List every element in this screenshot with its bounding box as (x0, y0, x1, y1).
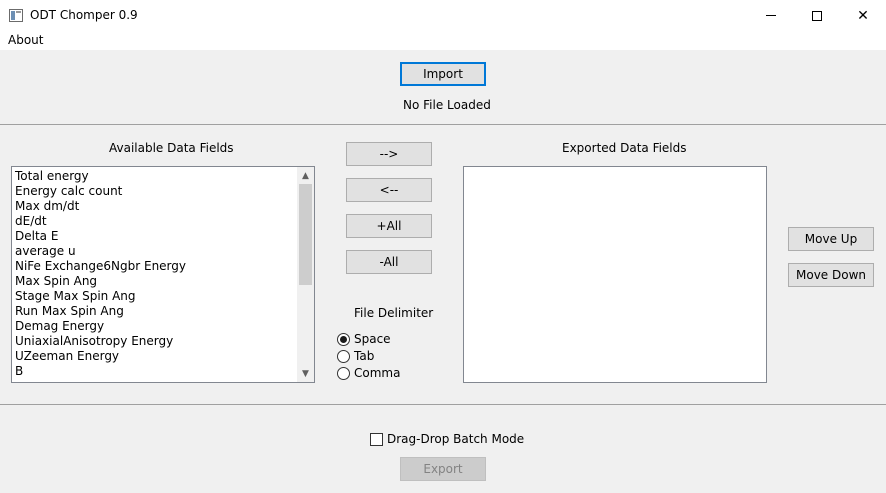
maximize-icon (812, 10, 822, 21)
list-item[interactable]: NiFe Exchange6Ngbr Energy (12, 259, 314, 274)
add-all-button[interactable]: +All (346, 214, 432, 238)
list-item[interactable]: Max dm/dt (12, 199, 314, 214)
close-button[interactable]: ✕ (840, 0, 886, 31)
radio-tab-label: Tab (354, 349, 375, 363)
scroll-down-icon[interactable]: ▼ (297, 365, 314, 382)
menu-about[interactable]: About (8, 33, 43, 47)
remove-field-button[interactable]: <-- (346, 178, 432, 202)
list-item[interactable]: UniaxialAnisotropy Energy (12, 334, 314, 349)
radio-comma-circle (337, 366, 350, 380)
scroll-thumb[interactable] (299, 184, 312, 285)
app-icon (9, 9, 23, 22)
title-bar: ODT Chomper 0.9 ✕ (0, 0, 886, 31)
radio-space[interactable]: Space (337, 332, 391, 346)
list-item[interactable]: Max Spin Ang (12, 274, 314, 289)
batch-mode-checkbox[interactable]: Drag-Drop Batch Mode (370, 432, 524, 446)
import-button[interactable]: Import (400, 62, 486, 86)
list-item[interactable]: average u (12, 244, 314, 259)
move-up-button[interactable]: Move Up (788, 227, 874, 251)
batch-mode-box (370, 432, 383, 446)
available-fields-list[interactable]: Total energy Energy calc count Max dm/dt dE… (11, 166, 315, 383)
list-item[interactable]: B (12, 364, 314, 379)
list-item[interactable]: Run Max Spin Ang (12, 304, 314, 319)
list-item[interactable]: Energy calc count (12, 184, 314, 199)
list-item[interactable]: Delta E (12, 229, 314, 244)
list-item[interactable]: Demag Energy (12, 319, 314, 334)
minimize-button[interactable] (748, 0, 794, 31)
remove-all-button[interactable]: -All (346, 250, 432, 274)
radio-comma[interactable]: Comma (337, 366, 400, 380)
available-list-scrollbar[interactable]: ▲ ▼ (297, 167, 314, 382)
delimiter-heading: File Delimiter (354, 306, 434, 320)
minimize-icon (766, 15, 776, 16)
file-status: No File Loaded (403, 98, 491, 112)
list-item[interactable]: UZeeman Energy (12, 349, 314, 364)
radio-comma-label: Comma (354, 366, 401, 380)
divider-bottom (0, 404, 886, 405)
exported-fields-list[interactable] (463, 166, 767, 383)
export-button[interactable]: Export (400, 457, 486, 481)
radio-tab-circle (337, 349, 350, 363)
add-field-button[interactable]: --> (346, 142, 432, 166)
window-title: ODT Chomper 0.9 (30, 8, 138, 22)
radio-space-circle (337, 332, 350, 346)
radio-selected-dot (340, 335, 347, 343)
exported-fields-heading: Exported Data Fields (562, 141, 687, 155)
close-icon: ✕ (857, 7, 869, 24)
list-item[interactable]: Stage Max Spin Ang (12, 289, 314, 304)
list-item[interactable]: dE/dt (12, 214, 314, 229)
batch-mode-label: Drag-Drop Batch Mode (387, 432, 525, 446)
list-item[interactable]: Total energy (12, 169, 314, 184)
radio-tab[interactable]: Tab (337, 349, 374, 363)
move-down-button[interactable]: Move Down (788, 263, 874, 287)
available-fields-heading: Available Data Fields (109, 141, 234, 155)
radio-space-label: Space (354, 332, 391, 346)
scroll-up-icon[interactable]: ▲ (297, 167, 314, 184)
maximize-button[interactable] (794, 0, 840, 31)
menu-bar: About (0, 31, 886, 50)
divider-top (0, 124, 886, 125)
